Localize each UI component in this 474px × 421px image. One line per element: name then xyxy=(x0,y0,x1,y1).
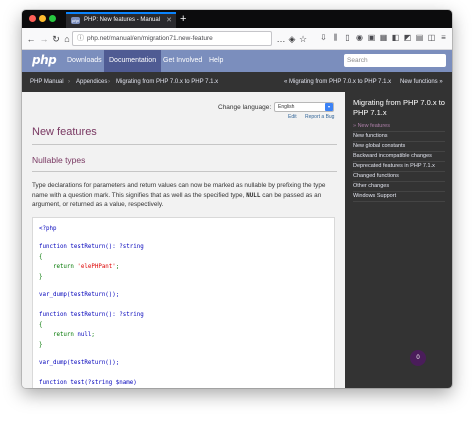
tab-bar: php PHP: New features - Manual ✕ + xyxy=(22,10,452,28)
site-header: php Downloads Documentation Get Involved… xyxy=(22,50,452,72)
sidebar-item-backward-incompatible[interactable]: Backward incompatible changes xyxy=(353,152,445,162)
address-url: php.net/manual/en/migration71.new-featur… xyxy=(87,35,213,42)
description-paragraph: Type declarations for parameters and ret… xyxy=(32,181,337,210)
section-title: Nullable types xyxy=(32,155,86,165)
code-token: null xyxy=(77,332,92,338)
sidebar-item-windows-support[interactable]: Windows Support xyxy=(353,192,445,202)
code-line: { xyxy=(39,254,43,260)
sidebar-item-new-global-constants[interactable]: New global constants xyxy=(353,142,445,152)
chevron-down-icon: ▾ xyxy=(325,103,333,111)
extension-icon[interactable]: ▤ xyxy=(415,33,424,43)
extension-icon[interactable]: ▣ xyxy=(367,33,376,43)
code-line: } xyxy=(39,342,43,348)
edit-link[interactable]: Edit xyxy=(288,114,297,120)
sidebar: Migrating from PHP 7.0.x to PHP 7.1.x » … xyxy=(345,92,452,388)
extension-icon[interactable]: ◫ xyxy=(427,33,436,43)
report-bug-link[interactable]: Report a Bug xyxy=(305,114,334,120)
breadcrumb-appendices[interactable]: Appendices xyxy=(76,72,107,92)
maximize-window-button[interactable] xyxy=(49,15,56,22)
code-token: 'elePHPant' xyxy=(77,264,116,270)
extension-icon[interactable]: ◩ xyxy=(403,33,412,43)
menu-hamburger-icon[interactable]: ≡ xyxy=(439,33,448,43)
code-line: return 'elePHPant'; xyxy=(39,264,119,270)
language-select[interactable]: English ▾ xyxy=(274,102,334,112)
code-line: function test(?string $name) xyxy=(39,380,137,386)
divider xyxy=(32,171,337,172)
code-line: function testReturn(): ?string xyxy=(39,312,144,318)
code-example: <?php function testReturn(): ?string { r… xyxy=(32,217,335,388)
breadcrumb: PHP Manual › Appendices › Migrating from… xyxy=(22,72,452,92)
sidebar-item-new-features[interactable]: » New features xyxy=(353,122,445,132)
code-line: function testReturn(): ?string xyxy=(39,244,144,250)
null-keyword: NULL xyxy=(246,191,261,199)
divider xyxy=(32,144,337,145)
sidebar-title[interactable]: Migrating from PHP 7.0.x to PHP 7.1.x xyxy=(353,98,448,118)
breadcrumb-separator: › xyxy=(108,79,110,85)
php-favicon-icon: php xyxy=(71,17,80,24)
next-page-link[interactable]: New functions » xyxy=(400,72,443,92)
menu-documentation[interactable]: Documentation xyxy=(104,50,162,72)
breadcrumb-separator: › xyxy=(68,79,70,85)
site-info-icon[interactable]: ⓘ xyxy=(77,32,84,45)
code-line: { xyxy=(39,322,43,328)
sidebar-toggle-icon[interactable]: ▯ xyxy=(343,33,352,43)
menu-help[interactable]: Help xyxy=(204,50,228,72)
browser-tab[interactable]: php PHP: New features - Manual ✕ xyxy=(66,12,176,28)
navigation-bar: ← → ↻ ⌂ ⓘ php.net/manual/en/migration71.… xyxy=(22,28,452,50)
language-select-value: English xyxy=(278,104,295,110)
tab-title: PHP: New features - Manual xyxy=(84,17,161,23)
menu-downloads[interactable]: Downloads xyxy=(62,50,107,72)
minimize-window-button[interactable] xyxy=(39,15,46,22)
code-line: <?php xyxy=(39,226,57,232)
code-line: var_dump(testReturn()); xyxy=(39,360,120,366)
close-tab-icon[interactable]: ✕ xyxy=(166,14,172,27)
code-token: return xyxy=(39,332,78,338)
code-line: var_dump(testReturn()); xyxy=(39,292,120,298)
browser-window: php PHP: New features - Manual ✕ + ← → ↻… xyxy=(22,10,452,388)
prev-page-link[interactable]: « Migrating from PHP 7.0.x to PHP 7.1.x xyxy=(284,72,391,92)
close-window-button[interactable] xyxy=(29,15,36,22)
code-token: return xyxy=(39,264,78,270)
main-content: Change language: English ▾ Edit Report a… xyxy=(22,92,345,388)
sidebar-item-new-functions[interactable]: New functions xyxy=(353,132,445,142)
code-token: ; xyxy=(91,332,95,338)
back-arrow-icon[interactable]: ← xyxy=(25,32,37,46)
php-logo[interactable]: php xyxy=(32,53,57,67)
breadcrumb-php-manual[interactable]: PHP Manual xyxy=(30,72,64,92)
breadcrumb-migrating[interactable]: Migrating from PHP 7.0.x to PHP 7.1.x xyxy=(116,72,218,92)
library-icon[interactable]: ⫼ xyxy=(331,33,340,43)
extension-icon[interactable]: ◧ xyxy=(391,33,400,43)
address-bar[interactable]: ⓘ php.net/manual/en/migration71.new-feat… xyxy=(72,31,272,46)
code-line: return null; xyxy=(39,332,95,338)
site-search-input[interactable]: Search xyxy=(344,54,446,67)
account-icon[interactable]: ◉ xyxy=(355,33,364,43)
extension-icon[interactable]: ▦ xyxy=(379,33,388,43)
forward-arrow-icon[interactable]: → xyxy=(38,32,50,46)
page-title: New features xyxy=(32,126,97,138)
bookmark-star-icon[interactable]: ☆ xyxy=(297,32,309,46)
downloads-icon[interactable]: ⇩ xyxy=(319,33,328,43)
menu-get-involved[interactable]: Get Involved xyxy=(158,50,207,72)
new-tab-icon[interactable]: + xyxy=(180,11,186,27)
sidebar-item-other-changes[interactable]: Other changes xyxy=(353,182,445,192)
sidebar-item-changed-functions[interactable]: Changed functions xyxy=(353,172,445,182)
notification-badge[interactable]: 0 xyxy=(410,350,426,366)
change-language-label: Change language: xyxy=(218,104,272,111)
code-line: } xyxy=(39,274,43,280)
sidebar-item-deprecated-features[interactable]: Deprecated features in PHP 7.1.x xyxy=(353,162,445,172)
code-token: ; xyxy=(115,264,120,270)
